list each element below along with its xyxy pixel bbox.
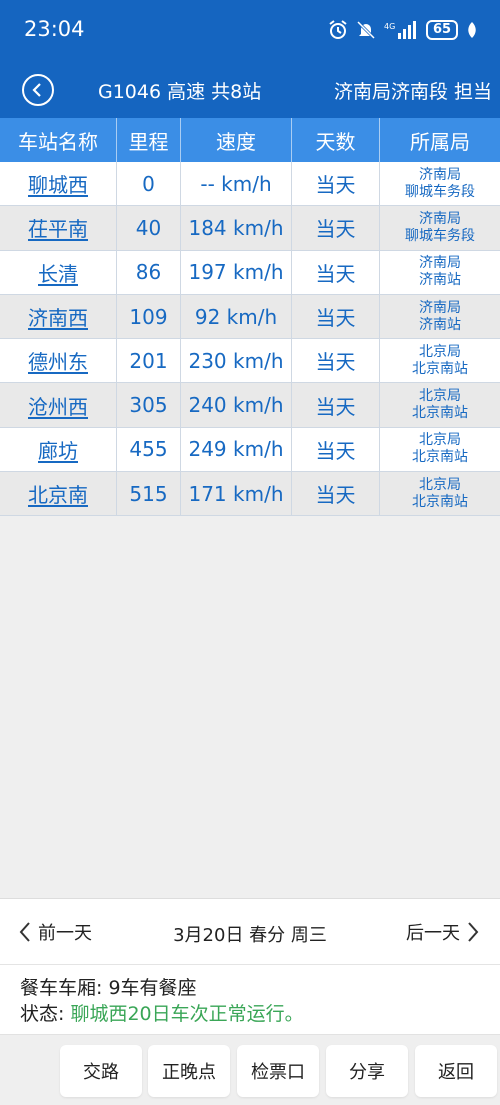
table-row: 沧州西 305 240 km/h 当天 北京局 北京南站 <box>0 383 500 428</box>
day-cell: 当天 <box>292 339 380 383</box>
status-info: 状态: 聊城西20日车次正常运行。 <box>20 1001 480 1027</box>
speed-cell: 230 km/h <box>181 339 292 383</box>
station-table: 聊城西 0 -- km/h 当天 济南局 聊城车务段 茌平南 40 184 km/… <box>0 162 500 517</box>
station-name-link[interactable]: 济南西 <box>0 294 117 339</box>
day-cell: 当天 <box>292 250 380 294</box>
day-cell: 当天 <box>292 383 380 427</box>
table-row: 廊坊 455 249 km/h 当天 北京局 北京南站 <box>0 427 500 473</box>
column-header-bureau: 所属局 <box>410 129 470 154</box>
day-cell: 当天 <box>292 294 380 339</box>
status-time: 23:04 <box>24 17 85 41</box>
status-label: 状态: <box>20 1003 65 1025</box>
bureau-cell: 北京局 北京南站 <box>412 476 468 510</box>
table-row: 北京南 515 171 km/h 当天 北京局 北京南站 <box>0 472 500 517</box>
back-button[interactable] <box>22 74 54 106</box>
leaf-icon <box>468 22 476 38</box>
chevron-left-icon <box>32 83 41 97</box>
punctuality-button[interactable]: 正晚点 <box>148 1045 230 1097</box>
network-label: 4G <box>384 22 395 31</box>
alarm-icon <box>329 20 347 39</box>
mileage-cell: 455 <box>117 427 181 472</box>
status-value: 聊城西20日车次正常运行。 <box>64 1003 304 1025</box>
app-header: G1046 高速 共8站 济南局济南段 担当 <box>0 62 500 118</box>
station-name-link[interactable]: 聊城西 <box>0 162 117 206</box>
day-cell: 当天 <box>292 162 380 206</box>
station-name-link[interactable]: 长清 <box>0 250 117 294</box>
column-header-station: 车站名称 <box>0 118 117 162</box>
system-status-bar: 23:04 4G 65 <box>0 0 500 62</box>
day-cell: 当天 <box>292 472 380 516</box>
bureau-cell: 济南局 济南站 <box>419 255 461 289</box>
column-header-speed: 速度 <box>181 118 292 162</box>
bureau-cell: 济南局 聊城车务段 <box>405 166 475 200</box>
return-button[interactable]: 返回 <box>415 1045 497 1097</box>
train-info-title: G1046 高速 共8站 <box>98 81 262 103</box>
mileage-cell: 109 <box>117 294 181 339</box>
day-cell: 当天 <box>292 206 380 250</box>
bureau-info-title: 济南局济南段 担当 <box>333 81 492 103</box>
station-name-link[interactable]: 茌平南 <box>0 206 117 250</box>
mileage-cell: 86 <box>117 250 181 294</box>
speed-cell: 197 km/h <box>181 250 292 294</box>
station-name-link[interactable]: 沧州西 <box>0 383 117 427</box>
table-row: 济南西 109 92 km/h 当天 济南局 济南站 <box>0 294 500 340</box>
table-row: 聊城西 0 -- km/h 当天 济南局 聊城车务段 <box>0 162 500 207</box>
speed-cell: 171 km/h <box>181 472 292 516</box>
table-row: 长清 86 197 km/h 当天 济南局 济南站 <box>0 250 500 295</box>
station-name-link[interactable]: 北京南 <box>0 472 117 516</box>
chevron-right-icon <box>468 922 479 942</box>
column-header-mileage: 里程 <box>117 118 181 162</box>
action-bar: 交路 正晚点 检票口 分享 返回 <box>0 1034 500 1105</box>
speed-cell: 92 km/h <box>181 294 292 339</box>
mute-bell-icon <box>356 20 376 40</box>
table-row: 德州东 201 230 km/h 当天 北京局 北京南站 <box>0 339 500 384</box>
mileage-cell: 201 <box>117 339 181 383</box>
station-name-link[interactable]: 廊坊 <box>0 427 117 472</box>
mileage-cell: 305 <box>117 383 181 427</box>
battery-icon: 65 <box>426 20 458 40</box>
bureau-cell: 北京局 北京南站 <box>412 388 468 422</box>
dining-car-label: 餐车车厢: <box>20 977 103 999</box>
speed-cell: 240 km/h <box>181 383 292 427</box>
mileage-cell: 515 <box>117 472 181 516</box>
station-name-link[interactable]: 德州东 <box>0 339 117 383</box>
column-header-days: 天数 <box>292 118 380 162</box>
mileage-cell: 0 <box>117 162 181 206</box>
status-icons: 4G 65 <box>328 18 478 42</box>
bureau-cell: 北京局 北京南站 <box>412 343 468 377</box>
day-cell: 当天 <box>292 427 380 472</box>
signal-icon: 4G <box>384 21 416 39</box>
speed-cell: 184 km/h <box>181 206 292 250</box>
dining-car-value: 9车有餐座 <box>102 977 197 999</box>
speed-cell: -- km/h <box>181 162 292 206</box>
ticket-gate-button[interactable]: 检票口 <box>237 1045 319 1097</box>
dining-car-info: 餐车车厢: 9车有餐座 <box>20 975 480 1001</box>
next-day-label: 后一天 <box>406 923 460 944</box>
table-header: 车站名称 里程 速度 天数 所属局 <box>0 118 500 162</box>
route-button[interactable]: 交路 <box>60 1045 142 1097</box>
next-day-button[interactable]: 后一天 <box>406 919 480 945</box>
day-navigation: 前一天 3月20日 春分 周三 后一天 <box>0 898 500 964</box>
train-info-panel: 餐车车厢: 9车有餐座 状态: 聊城西20日车次正常运行。 <box>0 964 500 1034</box>
bureau-cell: 济南局 济南站 <box>419 299 461 333</box>
empty-content-area <box>0 516 500 898</box>
bureau-cell: 济南局 聊城车务段 <box>405 210 475 244</box>
speed-cell: 249 km/h <box>181 427 292 472</box>
share-button[interactable]: 分享 <box>326 1045 408 1097</box>
bureau-cell: 北京局 北京南站 <box>412 432 468 466</box>
mileage-cell: 40 <box>117 206 181 250</box>
table-row: 茌平南 40 184 km/h 当天 济南局 聊城车务段 <box>0 206 500 251</box>
